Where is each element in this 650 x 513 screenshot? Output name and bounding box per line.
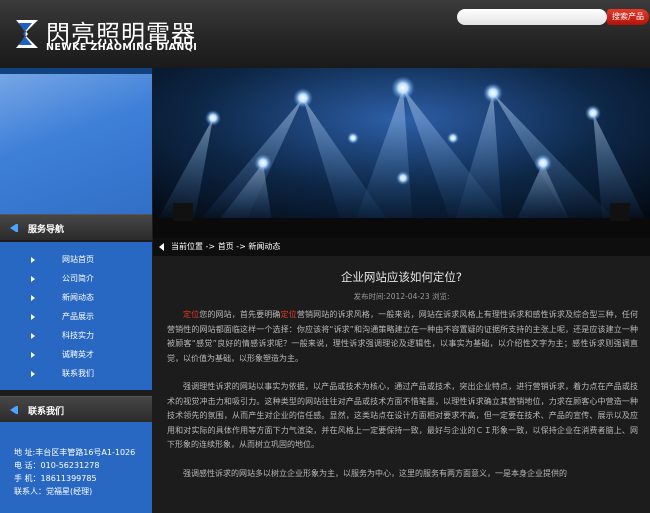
back-arrow-icon — [10, 406, 18, 414]
triangle-right-icon — [31, 257, 35, 263]
paragraph-text: 您的网站，首先要明确 — [199, 310, 281, 319]
breadcrumb-home-link[interactable]: 首页 — [218, 242, 234, 251]
sidebar-item-label: 产品展示 — [62, 312, 94, 321]
sidebar-item-home[interactable]: 网站首页 — [0, 250, 152, 269]
sidebar-item-label: 科技实力 — [62, 331, 94, 340]
sidebar-item-company[interactable]: 公司简介 — [0, 269, 152, 288]
sidebar-item-products[interactable]: 产品展示 — [0, 307, 152, 326]
sidebar-item-technology[interactable]: 科技实力 — [0, 326, 152, 345]
keyword-link[interactable]: 定位 — [183, 310, 199, 319]
triangle-right-icon — [31, 371, 35, 377]
contact-info-panel: 地 址:丰台区丰管路16号A1-1026 电 话：010-56231278 手 … — [0, 422, 152, 513]
breadcrumb-separator: -> — [203, 242, 218, 251]
triangle-right-icon — [31, 333, 35, 339]
logo-english-name: NEWKE ZHAOMING DIANQI — [46, 42, 198, 53]
article-meta: 发布时间:2012-04-23 浏览: — [353, 292, 450, 301]
service-nav-title: 服务导航 — [28, 225, 65, 235]
article-paragraph: 强调感性诉求的网站多以树立企业形象为主，以服务为中心，这里的服务有两方面意义，一… — [183, 468, 567, 478]
article-body: 定位您的网站，首先要明确定位营销网站的诉求风格，一般来说，网站在诉求风格上有理性… — [167, 308, 638, 495]
article-paragraph: 定位您的网站，首先要明确定位营销网站的诉求风格，一般来说，网站在诉求风格上有理性… — [167, 308, 638, 366]
contact-title: 联系我们 — [28, 407, 65, 417]
site-header: 閃亮照明電器 NEWKE ZHAOMING DIANQI 搜索产品 — [0, 0, 650, 68]
stage-lights-image — [153, 68, 650, 238]
contact-phone: 电 话：010-56231278 — [14, 461, 100, 470]
sidebar-item-label: 诚聘英才 — [62, 350, 94, 359]
sidebar-item-label: 新闻动态 — [62, 293, 94, 302]
logo-icon — [16, 20, 38, 48]
breadcrumb-current[interactable]: 新闻动态 — [248, 242, 280, 251]
sidebar-item-news[interactable]: 新闻动态 — [0, 288, 152, 307]
back-arrow-icon — [10, 224, 18, 232]
breadcrumb-prefix: 当前位置 — [171, 242, 203, 251]
sidebar-item-label: 联系我们 — [62, 369, 94, 378]
contact-person: 联系人：党福星(经理) — [14, 487, 93, 496]
sidebar-item-label: 网站首页 — [62, 255, 94, 264]
sidebar-item-label: 公司简介 — [62, 274, 94, 283]
article-title: 企业网站应该如何定位? — [340, 270, 463, 284]
breadcrumb: 当前位置 -> 首页 -> 新闻动态 — [153, 238, 650, 256]
breadcrumb-arrow-icon — [159, 243, 164, 251]
article-panel: 企业网站应该如何定位? 发布时间:2012-04-23 浏览: 定位您的网站，首… — [153, 256, 650, 513]
triangle-right-icon — [31, 352, 35, 358]
triangle-right-icon — [31, 295, 35, 301]
search-input[interactable] — [457, 9, 607, 25]
contact-address: 地 址:丰台区丰管路16号A1-1026 — [14, 448, 136, 457]
sidebar-nav: 网站首页 公司简介 新闻动态 产品展示 科技实力 诚聘英才 联系我们 — [0, 242, 152, 390]
triangle-right-icon — [31, 276, 35, 282]
sidebar-item-careers[interactable]: 诚聘英才 — [0, 345, 152, 364]
contact-header: 联系我们 — [0, 396, 152, 422]
left-banner-topbar — [0, 68, 152, 74]
keyword-link[interactable]: 定位 — [281, 310, 297, 319]
sidebar-item-contact[interactable]: 联系我们 — [0, 364, 152, 383]
contact-mobile: 手 机：18611399785 — [14, 474, 97, 483]
search-products-button[interactable]: 搜索产品 — [607, 9, 649, 25]
triangle-right-icon — [31, 314, 35, 320]
article-paragraph: 强调理性诉求的网站以事实为依据，以产品或技术为核心，通过产品或技术，突出企业特点… — [167, 382, 638, 449]
breadcrumb-separator: -> — [233, 242, 249, 251]
stage-lights-banner — [153, 68, 650, 238]
left-banner-panel — [0, 68, 152, 238]
service-nav-header: 服务导航 — [0, 214, 152, 240]
